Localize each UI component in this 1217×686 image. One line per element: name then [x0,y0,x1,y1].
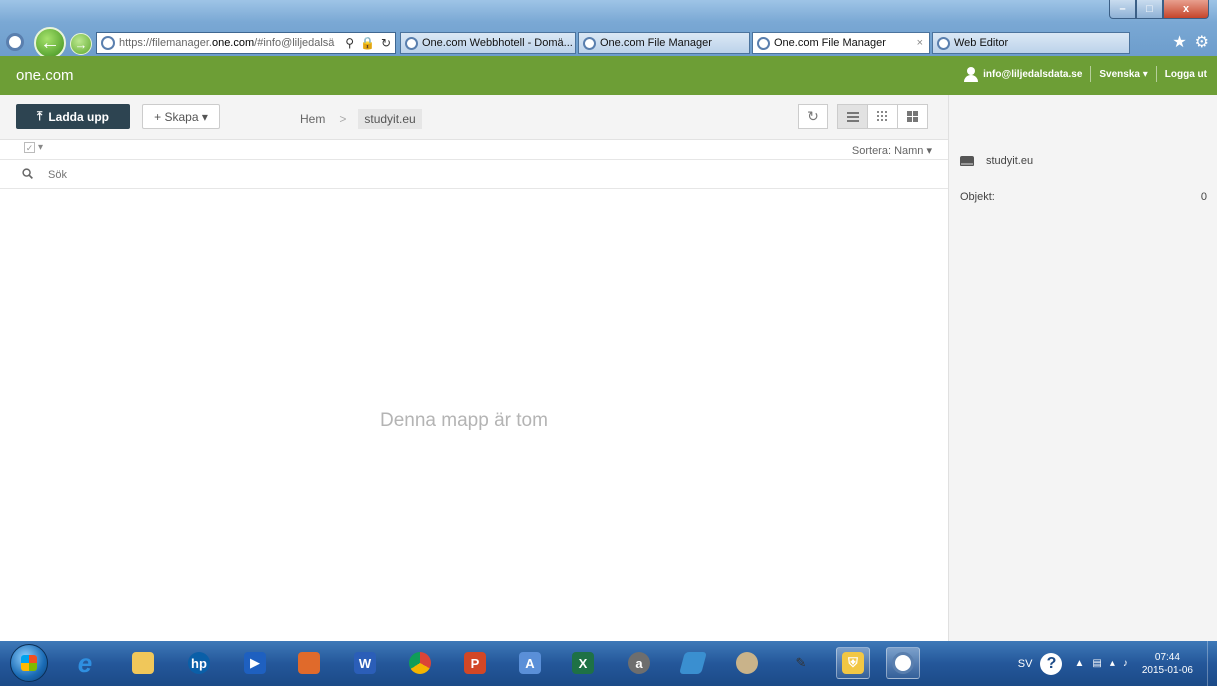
browser-tab[interactable]: One.com File Manager [578,32,750,54]
paint-app-icon[interactable] [292,647,326,679]
network-icon[interactable]: ▤ [1092,658,1101,669]
tab-site-icon [937,36,950,50]
empty-folder-message: Denna mapp är tom [380,410,548,431]
user-icon [964,67,979,82]
minimize-button[interactable]: – [1109,0,1136,19]
upload-icon: ⤒ [37,109,43,123]
word-icon[interactable]: W [348,647,382,679]
show-desktop-button[interactable] [1207,641,1217,686]
address-url[interactable]: https://filemanager.one.com/#info@liljed… [119,37,341,49]
refresh-page-icon[interactable]: ↻ [381,36,391,50]
logout-link[interactable]: Logga ut [1165,69,1207,80]
tab-site-icon [583,36,596,50]
user-email[interactable]: info@liljedalsdata.se [983,69,1082,80]
hp-app-icon[interactable]: hp [182,647,216,679]
chrome-icon[interactable] [403,647,437,679]
browser-tools: ★ ⚙ [1172,32,1209,52]
help-icon[interactable]: ? [1040,652,1063,675]
security-shield-icon[interactable]: ⛨ [836,647,870,679]
breadcrumb: Hem > studyit.eu [300,109,422,129]
brand-logo[interactable]: one.com [16,67,74,84]
window-controls: – □ x [1109,0,1209,22]
folder-name: studyit.eu [986,155,1034,167]
close-window-button[interactable]: x [1163,0,1209,19]
browser-logo-icon [6,33,24,51]
sort-dropdown[interactable]: Sortera: Namn ▾ [852,144,932,157]
upload-label: Ladda upp [48,109,109,124]
browser-chrome: – □ x ← → https://filemanager.one.com/#i… [0,0,1217,59]
app-header: one.com info@liljedalsdata.se Svenska ▾ … [0,56,1217,95]
create-button[interactable]: + Skapa ▾ [142,104,220,129]
file-explorer-icon[interactable] [126,647,160,679]
chevron-right-icon: > [339,112,347,126]
search-icon[interactable]: ⚲ [345,36,354,50]
site-icon [101,36,115,50]
search-input[interactable] [48,166,448,184]
address-bar[interactable]: https://filemanager.one.com/#info@liljed… [96,32,396,54]
list-view-icon [846,111,859,122]
system-tray: SV ? ▲ ▤ ▴ ♪ 07:44 2015-01-06 [1018,641,1217,686]
large-grid-icon [907,111,918,122]
tab-site-icon [405,36,418,50]
clock-date: 2015-01-06 [1141,664,1193,676]
checkbox-icon: ✓ [24,142,35,153]
close-tab-icon[interactable]: × [917,37,923,49]
adobe-app-icon[interactable]: a [622,647,656,679]
small-grid-view-button[interactable] [867,104,898,129]
pen-app-icon[interactable] [676,647,710,679]
forward-button[interactable]: → [70,33,92,55]
pencil-app-icon[interactable]: ✎ [784,647,818,679]
clock-time: 07:44 [1154,651,1180,663]
start-button[interactable] [10,644,48,682]
signal-icon[interactable]: ▴ [1110,658,1115,669]
browser-tab[interactable]: Web Editor [932,32,1130,54]
drive-icon [960,156,974,166]
excel-icon[interactable]: X [566,647,600,679]
browser-tab[interactable]: One.com Webbhotell - Domä... [400,32,576,54]
language-dropdown[interactable]: Svenska ▾ [1099,69,1147,80]
lock-icon[interactable]: 🔒 [360,36,375,50]
powerpoint-app-icon[interactable]: P [458,647,492,679]
search-icon [22,168,33,179]
show-hidden-icons-icon[interactable]: ▲ [1074,658,1084,669]
back-button[interactable]: ← [34,27,66,59]
list-view-button[interactable] [837,104,868,129]
refresh-icon: ↻ [807,108,819,124]
internet-explorer-icon[interactable]: e [68,647,102,679]
breadcrumb-current: studyit.eu [358,109,422,129]
text-editor-icon[interactable]: A [513,647,547,679]
breadcrumb-home[interactable]: Hem [300,112,325,126]
user-menu: info@liljedalsdata.se Svenska ▾ Logga ut [964,66,1207,82]
select-sort-bar: ✓ ▾ Sortera: Namn ▾ [0,140,948,160]
upload-button[interactable]: ⤒ Ladda upp [16,104,130,129]
large-grid-view-button[interactable] [897,104,928,129]
volume-icon[interactable]: ♪ [1123,658,1128,669]
favorites-star-icon[interactable]: ★ [1172,32,1186,52]
browser-tab-active[interactable]: One.com File Manager × [752,32,930,54]
divider [1155,66,1157,82]
file-toolbar: ⤒ Ladda upp + Skapa ▾ Hem > studyit.eu ↻ [0,95,948,140]
objects-label: Objekt: [960,191,995,203]
caret-down-icon: ▾ [38,142,44,153]
small-grid-icon [877,111,887,121]
search-bar [0,161,948,189]
browser-app-icon[interactable] [886,647,920,679]
maximize-button[interactable]: □ [1136,0,1163,19]
language-indicator[interactable]: SV [1018,658,1033,670]
objects-count: 0 [1200,191,1207,203]
current-folder: studyit.eu [960,155,1033,167]
view-mode-group [837,104,928,129]
media-player-icon[interactable]: ▶ [238,647,272,679]
clock[interactable]: 07:44 2015-01-06 [1142,651,1193,677]
details-panel: studyit.eu Objekt: 0 [948,95,1217,641]
divider [1090,66,1092,82]
tray-icons: ▲ ▤ ▴ ♪ [1074,658,1127,669]
select-all-dropdown[interactable]: ✓ ▾ [24,142,43,153]
tab-site-icon [757,36,770,50]
palette-app-icon[interactable] [730,647,764,679]
settings-gear-icon[interactable]: ⚙ [1195,32,1209,52]
taskbar: e hp ▶ W P A X a ✎ ⛨ SV ? ▲ ▤ ▴ ♪ 07:44 … [0,641,1217,686]
refresh-button[interactable]: ↻ [798,104,828,129]
